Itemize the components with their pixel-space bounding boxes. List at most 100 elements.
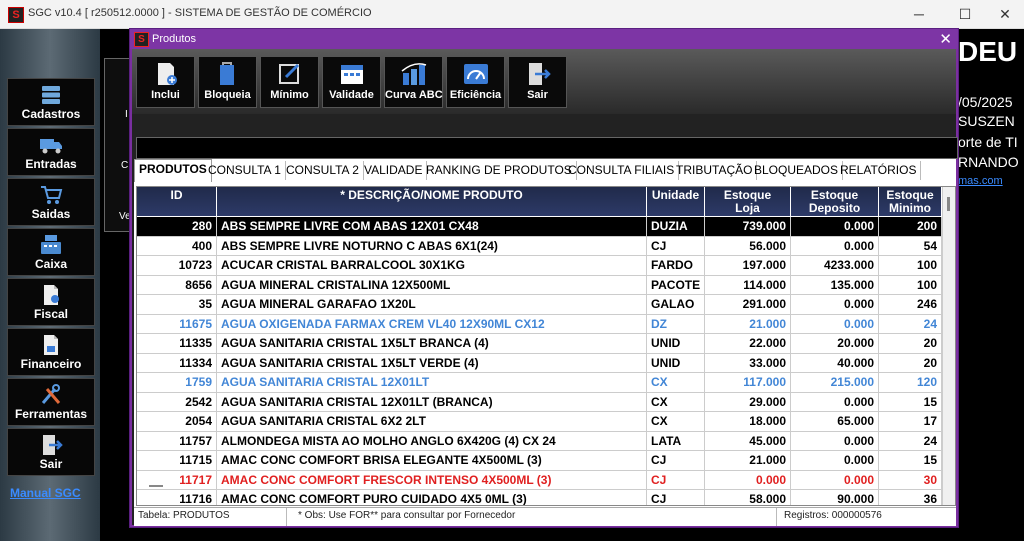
inclui-button[interactable]: Inclui (136, 56, 195, 108)
table-cell-loja: 21.000 (705, 314, 791, 334)
vertical-scrollbar[interactable] (942, 187, 955, 505)
table-cell-desc: ALMONDEGA MISTA AO MOLHO ANGLO 6X420G (4… (217, 431, 647, 451)
status-tabela: Tabela: PRODUTOS (138, 510, 230, 521)
produtos-titlebar: S Produtos ✕ (130, 29, 958, 49)
table-row[interactable]: 11335 AGUA SANITARIA CRISTAL 1X5LT BRANCA… (137, 334, 942, 354)
table-cell-min: 30 (879, 470, 942, 490)
table-cell-dep: 4233.000 (791, 256, 879, 275)
table-cell-loja: 29.000 (705, 392, 791, 412)
table-cell-desc: ABS SEMPRE LIVRE NOTURNO C ABAS 6X1(24) (217, 236, 647, 256)
table-cell-unit: DZ (647, 314, 705, 334)
tab-bloqueados[interactable]: BLOQUEADOS (750, 161, 844, 180)
produtos-body: Inclui Bloqueia Mínimo Validade Curva AB… (132, 49, 958, 526)
sidebar-item-sair[interactable]: Sair (7, 428, 95, 476)
filter-bar[interactable] (136, 137, 958, 159)
bg-company-text: SUSZEN (958, 113, 1015, 129)
table-row[interactable]: 400 ABS SEMPRE LIVRE NOTURNO C ABAS 6X1(2… (137, 236, 942, 256)
table-row[interactable]: 10723 ACUCAR CRISTAL BARRALCOOL 30X1KG FAR… (137, 256, 942, 276)
toolbar: Inclui Bloqueia Mínimo Validade Curva AB… (132, 49, 956, 114)
exit-icon (43, 435, 63, 455)
table-cell-min: 36 (879, 490, 942, 505)
tab-validade[interactable]: VALIDADE (360, 161, 428, 180)
sidebar-item-saidas[interactable]: Saidas (7, 178, 95, 226)
minimize-button[interactable]: ─ (904, 4, 934, 24)
sidebar-item-cadastros[interactable]: Cadastros (7, 78, 95, 126)
sidebar-item-label: Sair (39, 457, 63, 471)
table-row[interactable]: 11334 AGUA SANITARIA CRISTAL 1X5LT VERDE … (137, 353, 942, 373)
status-bar: Tabela: PRODUTOS * Obs: Use FOR** para c… (134, 507, 956, 526)
table-row[interactable]: 2542 AGUA SANITARIA CRISTAL 12X01LT (BRAN… (137, 392, 942, 412)
table-cell-unit: UNID (647, 334, 705, 353)
tab-consulta-1[interactable]: CONSULTA 1 (204, 161, 286, 180)
table-cell-dep: 0.000 (791, 392, 879, 412)
table-row[interactable]: 11757 ALMONDEGA MISTA AO MOLHO ANGLO 6X42… (137, 431, 942, 451)
table-cell-min: 24 (879, 314, 942, 334)
maximize-button[interactable]: ☐ (950, 4, 980, 24)
sidebar-item-caixa[interactable]: Caixa (7, 228, 95, 276)
validade-button[interactable]: Validade (322, 56, 381, 108)
table-cell-unit: CJ (647, 470, 705, 490)
sair-button[interactable]: Sair (508, 56, 567, 108)
table-cell-dep: 65.000 (791, 412, 879, 431)
sidebar-item-ferramentas[interactable]: Ferramentas (7, 378, 95, 426)
bloqueia-button[interactable]: Bloqueia (198, 56, 257, 108)
tab-consulta-2[interactable]: CONSULTA 2 (282, 161, 364, 180)
table-row[interactable]: 2054 AGUA SANITARIA CRISTAL 6X2 2LT CX 18.0… (137, 412, 942, 432)
produtos-content: PRODUTOS CONSULTA 1 CONSULTA 2 VALIDADE RANK… (134, 159, 956, 526)
table-cell-desc: AGUA MINERAL CRISTALINA 12X500ML (217, 275, 647, 295)
tab-ranking-de-produtos[interactable]: RANKING DE PRODUTOS (422, 161, 577, 180)
table-cell-id: 2542 (137, 392, 217, 412)
table-row[interactable]: 11717 AMAC CONC COMFORT FRESCOR INTENSO 4… (137, 470, 942, 490)
table-cell-desc: AGUA SANITARIA CRISTAL 1X5LT BRANCA (4) (217, 334, 647, 353)
table-cell-desc: ACUCAR CRISTAL BARRALCOOL 30X1KG (217, 256, 647, 275)
status-separator (776, 508, 777, 526)
column-header[interactable]: ID (137, 187, 217, 216)
produtos-window: S Produtos ✕ Inclui Bloqueia Mínimo Vali… (129, 28, 959, 528)
finance-document-icon (44, 335, 58, 355)
table-cell-dep: 90.000 (791, 490, 879, 505)
sidebar-item-financeiro[interactable]: Financeiro (7, 328, 95, 376)
tab-consulta-filiais[interactable]: CONSULTA FILIAIS (564, 161, 680, 180)
sidebar-item-label: Financeiro (20, 357, 82, 371)
table-cell-min: 54 (879, 236, 942, 256)
sidebar-item-entradas[interactable]: Entradas (7, 128, 95, 176)
table-cell-unit: CJ (647, 490, 705, 505)
edit-minimum-icon (278, 63, 299, 84)
sidebar-item-fiscal[interactable]: Fiscal (7, 278, 95, 326)
column-header[interactable]: Unidade (647, 187, 705, 216)
table-cell-desc: ABS SEMPRE LIVRE COM ABAS 12X01 CX48 (217, 217, 647, 236)
table-cell-dep: 0.000 (791, 451, 879, 470)
scrollbar-thumb[interactable] (947, 197, 950, 211)
bg-support-text: orte de TI (958, 134, 1018, 150)
table-row[interactable]: 35 AGUA MINERAL GARAFAO 1X20L GALAO 291.000… (137, 295, 942, 315)
lock-document-icon (219, 62, 234, 85)
column-header[interactable]: Estoque Deposito (791, 187, 879, 216)
add-document-icon (157, 63, 177, 85)
eficiencia-button[interactable]: Eficiência (446, 56, 505, 108)
produtos-app-icon: S (134, 32, 149, 47)
table-cell-unit: FARDO (647, 256, 705, 275)
table-row[interactable]: 11675 AGUA OXIGENADA FARMAX CREM VL40 12X… (137, 314, 942, 334)
table-row[interactable]: 11716 AMAC CONC COMFORT PURO CUIDADO 4X5 … (137, 490, 942, 505)
tab-tributa-o[interactable]: TRIBUTAÇÃO (672, 161, 758, 180)
bg-website-link[interactable]: mas.com (958, 175, 1003, 187)
table-row[interactable]: 1759 AGUA SANITARIA CRISTAL 12X01LT CX 117.… (137, 373, 942, 393)
manual-sgc-link[interactable]: Manual SGC (10, 486, 81, 500)
minimo-button[interactable]: Mínimo (260, 56, 319, 108)
tab-produtos[interactable]: PRODUTOS (134, 159, 212, 182)
produtos-title: Produtos (152, 33, 197, 45)
table-row[interactable]: 11715 AMAC CONC COMFORT BRISA ELEGANTE 4X… (137, 451, 942, 471)
column-header[interactable]: Estoque Loja (705, 187, 791, 216)
column-header[interactable]: Estoque Minimo (879, 187, 942, 216)
table-row[interactable]: 8656 AGUA MINERAL CRISTALINA 12X500ML PACO… (137, 275, 942, 295)
horizontal-scrollbar-thumb[interactable] (149, 485, 163, 487)
table-cell-min: 120 (879, 373, 942, 392)
close-button[interactable]: ✕ (990, 4, 1020, 24)
table-row[interactable]: 280 ABS SEMPRE LIVRE COM ABAS 12X01 CX48 D… (137, 217, 942, 237)
grid-header: ID * DESCRIÇÃO/NOME PRODUTO Unidade Estoque… (137, 187, 942, 216)
toolbar-label: Bloqueia (204, 89, 251, 101)
curva-abc-button[interactable]: Curva ABC (384, 56, 443, 108)
tab-relat-rios[interactable]: RELATÓRIOS (836, 161, 922, 180)
produtos-close-button[interactable]: ✕ (939, 30, 952, 48)
column-header[interactable]: * DESCRIÇÃO/NOME PRODUTO (217, 187, 647, 216)
